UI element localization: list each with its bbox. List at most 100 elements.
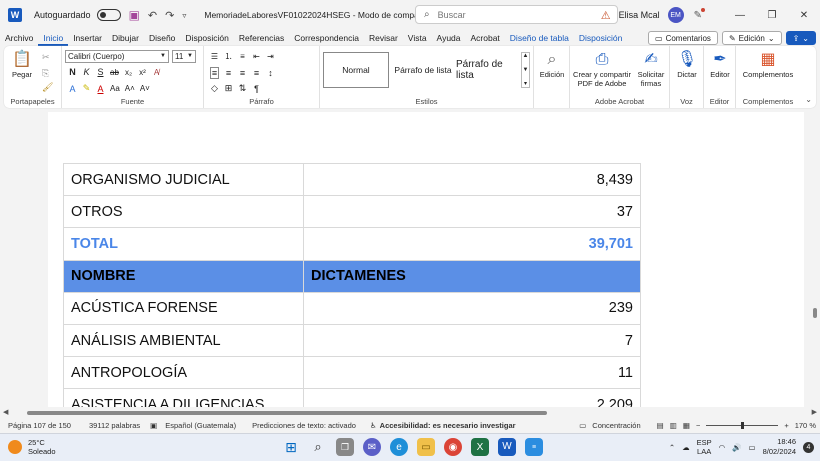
styles-gallery-scroll[interactable]: ▲ ▼ ▾: [521, 52, 530, 88]
grow-font-icon[interactable]: A˄: [125, 84, 135, 93]
proofing-icon[interactable]: ▣: [150, 421, 157, 430]
style-list-paragraph-2[interactable]: Párrafo de lista: [456, 52, 518, 88]
chevron-up-icon[interactable]: ⌃: [669, 443, 675, 452]
autosave-toggle[interactable]: [96, 9, 121, 21]
web-layout-icon[interactable]: ▦: [683, 421, 690, 430]
bold-icon[interactable]: N: [68, 67, 77, 77]
underline-icon[interactable]: S: [96, 67, 105, 77]
tab-correspondencia[interactable]: Correspondencia: [289, 30, 364, 46]
tab-dibujar[interactable]: Dibujar: [107, 30, 144, 46]
cut-icon[interactable]: ✂: [42, 52, 50, 63]
page-count[interactable]: Página 107 de 150: [8, 421, 71, 430]
chat-icon[interactable]: ✉: [363, 438, 381, 456]
comments-button[interactable]: ▭ Comentarios: [648, 31, 718, 45]
task-view-icon[interactable]: ❐: [336, 438, 354, 456]
chrome-icon[interactable]: ◉: [444, 438, 462, 456]
focus-mode-button[interactable]: Concentración: [592, 421, 640, 430]
word-taskbar-icon[interactable]: W: [498, 438, 516, 456]
shrink-font-icon[interactable]: A˅: [140, 84, 150, 93]
avatar[interactable]: EM: [667, 7, 684, 23]
bullets-icon[interactable]: ☰: [210, 52, 219, 61]
sort-icon[interactable]: ⇅: [238, 83, 247, 94]
table-header-value[interactable]: DICTAMENES: [303, 259, 641, 293]
table-cell-name[interactable]: ASISTENCIA A DILIGENCIAS: [63, 388, 304, 407]
customize-qat-icon[interactable]: ▿: [182, 11, 186, 20]
shading-icon[interactable]: ◇: [210, 83, 219, 94]
horizontal-scrollbar[interactable]: ◀ ▶: [0, 408, 820, 418]
minimize-button[interactable]: —: [724, 10, 756, 21]
print-layout-icon[interactable]: ▥: [670, 421, 677, 430]
tab-ayuda[interactable]: Ayuda: [432, 30, 466, 46]
table-cell-name[interactable]: ANÁLISIS AMBIENTAL: [63, 323, 304, 358]
designer-pen-icon[interactable]: ✎: [694, 7, 706, 21]
tab-diseno[interactable]: Diseño: [144, 30, 180, 46]
horizontal-scroll-thumb[interactable]: [27, 411, 547, 415]
text-predictions-status[interactable]: Predicciones de texto: activado: [252, 421, 356, 430]
collapse-ribbon-icon[interactable]: ⌄: [805, 95, 812, 104]
table-cell-value[interactable]: 37: [303, 195, 641, 229]
table-header-name[interactable]: NOMBRE: [63, 259, 304, 293]
highlight-icon[interactable]: ✎: [82, 83, 91, 94]
volume-icon[interactable]: 🔊: [732, 443, 741, 452]
align-right-icon[interactable]: ≡: [238, 68, 247, 78]
table-cell-name[interactable]: TOTAL: [63, 227, 304, 261]
search-input[interactable]: [437, 9, 588, 20]
justify-icon[interactable]: ≡: [252, 68, 261, 78]
copy-icon[interactable]: ⎘: [42, 68, 49, 79]
editor-button[interactable]: ✒ Editor: [706, 50, 734, 79]
excel-icon[interactable]: X: [471, 438, 489, 456]
numbering-icon[interactable]: ⒈: [224, 51, 233, 62]
document-title[interactable]: MemoriadeLaboresVF01022024HSEG - Modo de…: [204, 10, 444, 21]
search-icon[interactable]: ⌕: [309, 438, 327, 456]
share-button[interactable]: ⇪ ⌄: [785, 31, 816, 45]
table-cell-value[interactable]: 239: [303, 291, 641, 325]
font-name-select[interactable]: Calibri (Cuerpo) ▼: [65, 50, 169, 63]
multilevel-list-icon[interactable]: ≡: [238, 52, 247, 61]
italic-icon[interactable]: K: [82, 67, 91, 77]
search-box[interactable]: ⌕: [415, 5, 618, 24]
user-name[interactable]: Elisa Mcal: [619, 10, 660, 20]
zoom-in-icon[interactable]: +: [784, 421, 788, 430]
font-size-select[interactable]: 11 ▼: [172, 50, 196, 63]
undo-icon[interactable]: ↶: [148, 9, 157, 22]
tab-inicio[interactable]: Inicio: [38, 30, 69, 46]
zoom-slider[interactable]: [706, 422, 779, 429]
addins-button[interactable]: ▦ Complementos: [738, 50, 798, 79]
font-color-icon[interactable]: A: [96, 84, 105, 94]
app-icon[interactable]: ≡: [525, 438, 543, 456]
superscript-icon[interactable]: x²: [138, 68, 147, 77]
word-count[interactable]: 39112 palabras: [89, 421, 140, 430]
scroll-right-icon[interactable]: ▶: [812, 408, 817, 416]
borders-icon[interactable]: ⊞: [224, 83, 233, 94]
table-cell-value[interactable]: 8,439: [303, 162, 641, 197]
read-mode-icon[interactable]: ▤: [657, 421, 664, 430]
file-explorer-icon[interactable]: ▭: [417, 438, 435, 456]
dictate-button[interactable]: 🎙 Dictar: [673, 50, 701, 79]
battery-icon[interactable]: ▭: [749, 443, 756, 452]
tab-revisar[interactable]: Revisar: [364, 30, 403, 46]
editing-button[interactable]: ⌕ Edición: [537, 50, 567, 79]
vertical-scroll-thumb[interactable]: [813, 308, 817, 318]
maximize-button[interactable]: ❐: [756, 10, 788, 21]
tab-diseno-de-tabla[interactable]: Diseño de tabla: [505, 30, 574, 46]
table-cell-value[interactable]: 2,209: [303, 388, 641, 407]
language-status[interactable]: Español (Guatemala): [165, 421, 236, 430]
zoom-out-icon[interactable]: −: [696, 421, 700, 430]
tab-acrobat[interactable]: Acrobat: [466, 30, 505, 46]
create-pdf-button[interactable]: ⎙ Crear y compartir PDF de Adobe: [572, 50, 632, 88]
table-cell-value[interactable]: 7: [303, 323, 641, 358]
tab-insertar[interactable]: Insertar: [68, 30, 107, 46]
table-cell-name[interactable]: ANTROPOLOGÍA: [63, 356, 304, 390]
notifications-badge[interactable]: 4: [803, 441, 814, 453]
editing-mode-button[interactable]: ✎ Edición ⌄: [721, 31, 782, 45]
tab-referencias[interactable]: Referencias: [234, 30, 289, 46]
accessibility-status[interactable]: Accesibilidad: es necesario investigar: [380, 421, 516, 430]
redo-icon[interactable]: ↷: [165, 9, 174, 22]
line-spacing-icon[interactable]: ↕: [266, 68, 275, 78]
data-table[interactable]: ORGANISMO JUDICIAL 8,439 OTROS 37 TOTAL 39,…: [63, 162, 641, 407]
tab-disposicion[interactable]: Disposición: [180, 30, 233, 46]
tab-vista[interactable]: Vista: [403, 30, 432, 46]
align-center-icon[interactable]: ≡: [224, 68, 233, 78]
clock[interactable]: 18:46 8/02/2024: [763, 437, 796, 457]
table-cell-name[interactable]: ACÚSTICA FORENSE: [63, 291, 304, 325]
